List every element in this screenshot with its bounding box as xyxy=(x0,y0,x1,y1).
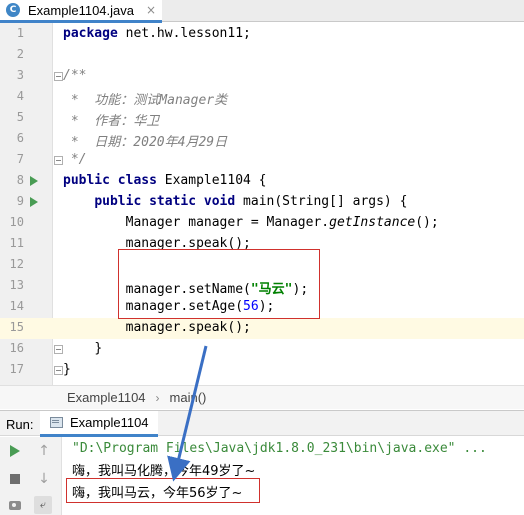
comment: * 作者：华卫 xyxy=(63,114,160,129)
console-icon xyxy=(50,417,63,428)
code-line: 5 * 作者：华卫 xyxy=(0,108,524,129)
code-line: 8 public class Example1104 { xyxy=(0,171,524,192)
code-text: (); xyxy=(415,215,439,230)
console-output-line: 嗨，我叫马化腾，今年49岁了~ xyxy=(72,464,256,479)
line-number: 14 xyxy=(9,299,24,313)
line-number: 1 xyxy=(16,26,24,40)
code-highlight-box xyxy=(118,249,320,319)
screenshot-button[interactable] xyxy=(6,496,24,514)
code-line: 17 } xyxy=(0,360,524,381)
fold-icon[interactable] xyxy=(54,156,63,165)
run-class-icon[interactable] xyxy=(30,176,38,186)
code-line: 3 /** xyxy=(0,66,524,87)
line-number: 8 xyxy=(16,173,24,187)
line-number: 13 xyxy=(9,278,24,292)
code-line: 6 * 日期：2020年4月29日 xyxy=(0,129,524,150)
code-editor[interactable]: 1 package net.hw.lesson11; 2 3 /** 4 * 功… xyxy=(0,23,524,385)
breadcrumb: Example1104 › main() xyxy=(0,385,524,409)
output-highlight-box xyxy=(66,478,260,503)
line-number: 9 xyxy=(16,194,24,208)
fold-icon[interactable] xyxy=(54,366,63,375)
java-class-icon: C xyxy=(6,3,20,17)
camera-icon xyxy=(9,500,21,510)
tab-example1104-java[interactable]: C Example1104.java × xyxy=(0,0,162,23)
run-panel-header: Run: Example1104 xyxy=(0,410,524,437)
line-number: 2 xyxy=(16,47,24,61)
tab-label: Example1104.java xyxy=(28,2,134,18)
fold-icon[interactable] xyxy=(54,345,63,354)
console-command-line: "D:\Program Files\Java\jdk1.8.0_231\bin\… xyxy=(72,441,487,456)
run-tab-label: Example1104 xyxy=(70,415,149,430)
breadcrumb-class[interactable]: Example1104 xyxy=(67,390,146,405)
comment: */ xyxy=(63,152,87,167)
line-number: 15 xyxy=(9,320,24,334)
line-number: 5 xyxy=(16,110,24,124)
method-signature: main(String[] args) { xyxy=(235,194,408,209)
stop-icon xyxy=(10,474,20,484)
keyword: public xyxy=(94,194,142,209)
run-toolbar: ↑ ↓ ⤶ xyxy=(0,437,62,515)
keyword: package xyxy=(63,26,118,41)
code-text: } xyxy=(63,362,71,377)
chevron-right-icon: › xyxy=(155,390,160,405)
line-number: 11 xyxy=(9,236,24,250)
line-number: 4 xyxy=(16,89,24,103)
breadcrumb-method[interactable]: main() xyxy=(170,390,207,405)
editor-tab-bar: C Example1104.java × xyxy=(0,0,524,23)
keyword: public xyxy=(63,173,110,188)
scroll-up-button[interactable]: ↑ xyxy=(35,442,53,460)
soft-wrap-button[interactable]: ⤶ xyxy=(34,496,52,514)
rerun-button[interactable] xyxy=(6,442,24,460)
code-line: 9 public static void main(String[] args)… xyxy=(0,192,524,213)
comment: * 日期：2020年4月29日 xyxy=(63,135,228,150)
play-icon xyxy=(10,445,20,457)
comment: * 功能：测试Manager类 xyxy=(63,93,228,108)
line-number: 16 xyxy=(9,341,24,355)
line-number: 12 xyxy=(9,257,24,271)
tab-run-config[interactable]: Example1104 xyxy=(40,411,158,437)
line-number: 17 xyxy=(9,362,24,376)
scroll-down-button[interactable]: ↓ xyxy=(35,470,53,488)
code-text: } xyxy=(94,341,103,356)
keyword: static xyxy=(149,194,197,209)
run-panel-title: Run: xyxy=(6,417,34,432)
wrap-icon: ⤶ xyxy=(39,498,47,511)
fold-icon[interactable] xyxy=(54,72,63,81)
keyword: void xyxy=(203,194,236,209)
line-number: 3 xyxy=(16,68,24,82)
class-name: Example1104 { xyxy=(156,173,267,188)
line-number: 6 xyxy=(16,131,24,145)
code-line: 10 Manager manager = Manager.getInstance… xyxy=(0,213,524,234)
code-line: 7 */ xyxy=(0,150,524,171)
arrow-down-icon: ↓ xyxy=(38,471,50,487)
code-line: 16 } xyxy=(0,339,524,360)
code-line: 4 * 功能：测试Manager类 xyxy=(0,87,524,108)
code-line: 1 package net.hw.lesson11; xyxy=(0,24,524,45)
line-number: 7 xyxy=(16,152,24,166)
method-call: getInstance xyxy=(329,215,416,230)
code-text: manager.speak(); xyxy=(125,320,251,335)
code-line: 2 xyxy=(0,45,524,66)
package-name: net.hw.lesson11; xyxy=(117,26,251,41)
console-output[interactable]: ↑ ↓ ⤶ "D:\Program Files\Java\jdk1.8.0_23… xyxy=(0,437,524,515)
arrow-up-icon: ↑ xyxy=(38,443,50,459)
current-code-line: 15 manager.speak(); xyxy=(0,318,524,339)
line-number: 10 xyxy=(9,215,24,229)
stop-button[interactable] xyxy=(6,470,24,488)
run-main-icon[interactable] xyxy=(30,197,38,207)
close-icon[interactable]: × xyxy=(146,3,156,17)
comment: /** xyxy=(63,68,87,83)
keyword: class xyxy=(117,173,157,188)
code-text: Manager manager = Manager. xyxy=(125,215,330,230)
